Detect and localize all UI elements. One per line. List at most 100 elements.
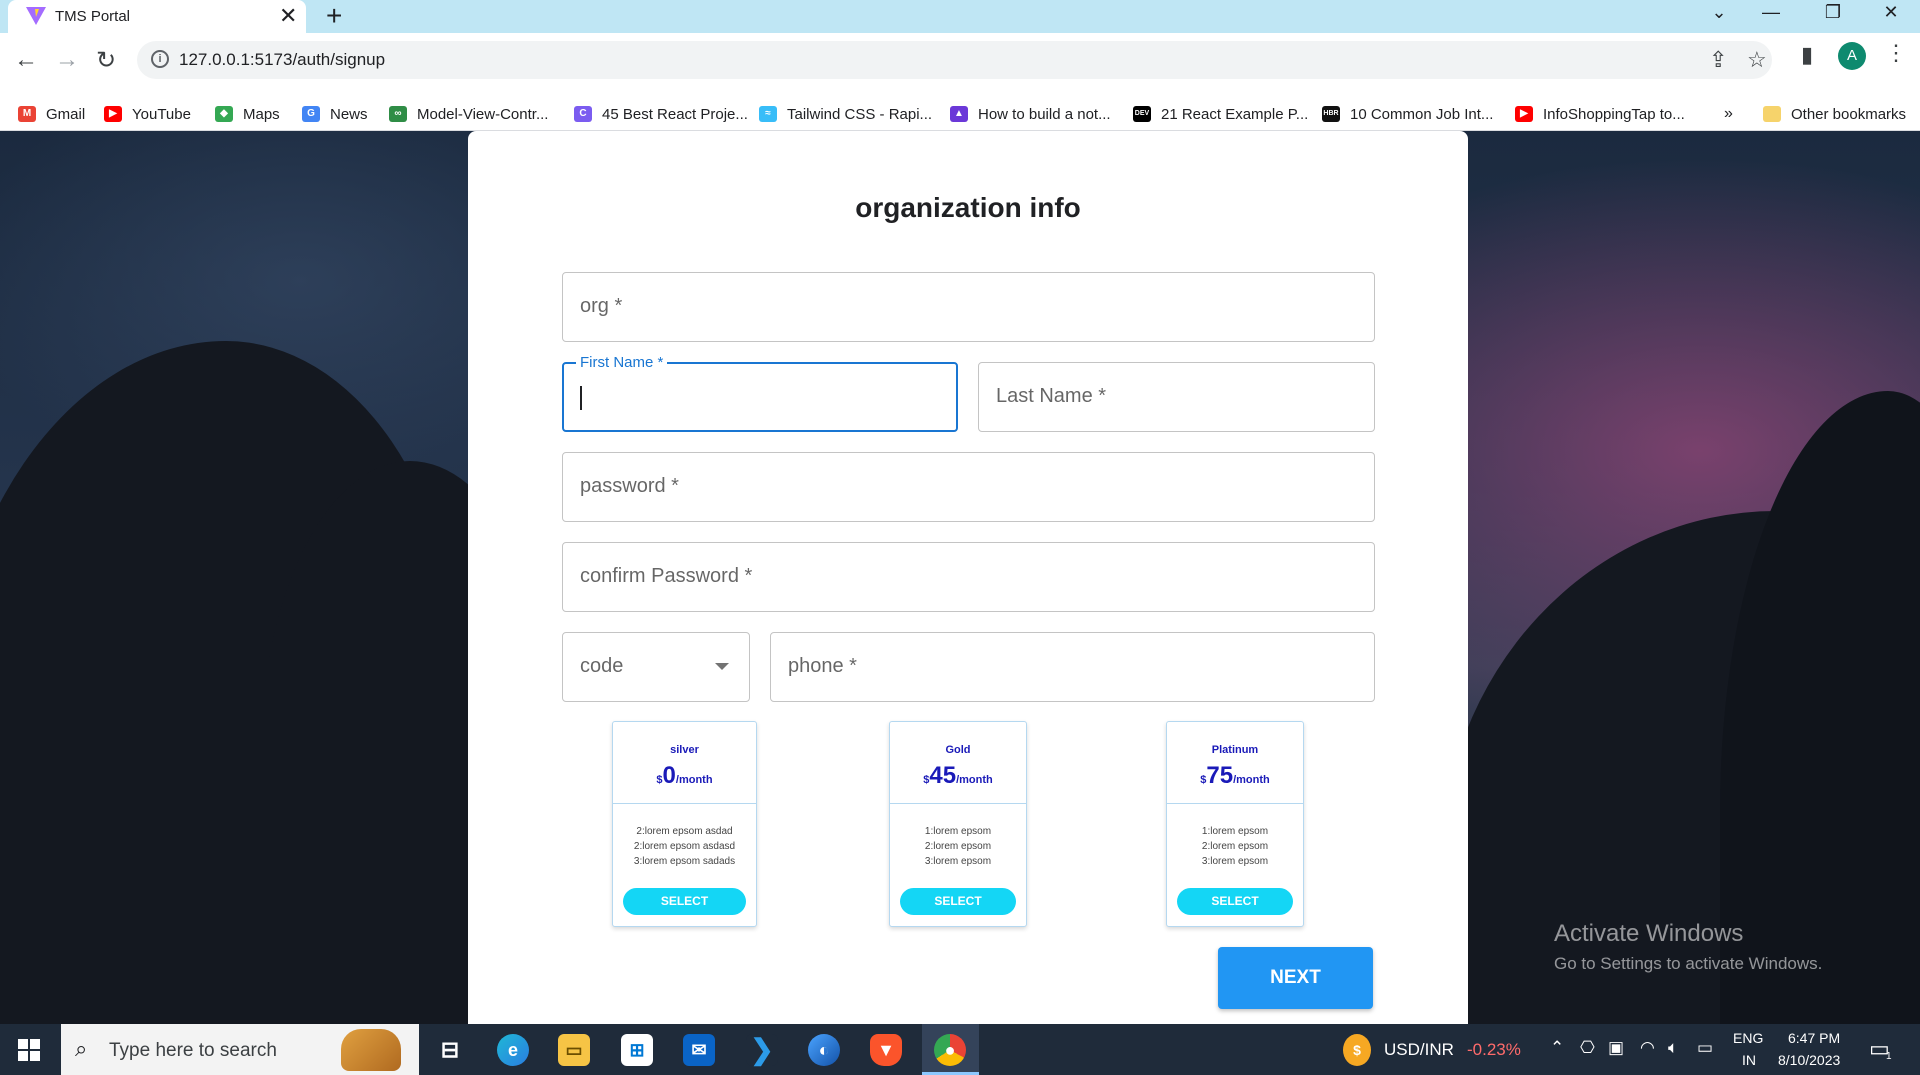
wifi-icon[interactable]: ◠: [1640, 1038, 1655, 1058]
last-name-label: Last Name *: [996, 385, 1107, 407]
text-cursor: [580, 386, 582, 410]
site-info-icon[interactable]: i: [151, 50, 169, 68]
bookmark-item[interactable]: HBR 10 Common Job Int...: [1322, 97, 1493, 131]
plan-card-platinum: Platinum $75/month 1:lorem epsom 2:lorem…: [1166, 721, 1304, 927]
ticker-label[interactable]: USD/INR: [1384, 1040, 1454, 1060]
address-bar[interactable]: i 127.0.0.1:5173/auth/signup ⇪ ☆: [137, 41, 1772, 79]
phone-field[interactable]: phone *: [770, 632, 1375, 702]
windows-start-icon[interactable]: [18, 1039, 40, 1061]
reload-icon[interactable]: ↻: [96, 46, 116, 75]
dev-icon: DEV: [1133, 106, 1151, 122]
plan-name: Platinum: [1211, 744, 1259, 756]
side-panel-icon[interactable]: ▮: [1801, 42, 1813, 68]
ticker-change: -0.23%: [1467, 1040, 1521, 1059]
select-silver-button[interactable]: SELECT: [623, 888, 746, 915]
bookmark-item[interactable]: ∞ Model-View-Contr...: [389, 97, 548, 131]
brave-icon[interactable]: ▼: [870, 1034, 902, 1066]
plan-period: /month: [1233, 774, 1270, 786]
page-title: organization info: [855, 192, 1081, 223]
select-platinum-button[interactable]: SELECT: [1177, 888, 1293, 915]
file-explorer-icon[interactable]: ▭: [558, 1034, 590, 1066]
first-name-field[interactable]: First Name *: [562, 354, 958, 432]
password-label: password *: [580, 475, 679, 497]
news-icon: G: [302, 106, 320, 122]
new-tab-button[interactable]: +: [326, 0, 342, 32]
gfg-icon: ∞: [389, 106, 407, 122]
tab-title: TMS Portal: [55, 8, 131, 25]
minimize-button[interactable]: —: [1751, 2, 1791, 23]
task-view-icon[interactable]: ⊟: [434, 1034, 466, 1066]
bookmarks-bar: M Gmail ▶ YouTube ◆ Maps G News ∞ Model-View-Cont…: [0, 97, 1920, 131]
language-indicator[interactable]: ENG: [1733, 1030, 1763, 1046]
close-window-button[interactable]: ✕: [1871, 2, 1911, 23]
forward-arrow-icon[interactable]: →: [55, 46, 79, 74]
plan-feature: 3:lorem epsom sadads: [633, 856, 736, 867]
bookmark-item[interactable]: ▶ InfoShoppingTap to...: [1515, 97, 1685, 131]
show-hidden-icons-chevron-icon[interactable]: ⌃: [1550, 1038, 1564, 1058]
bookmark-label: Model-View-Contr...: [417, 105, 549, 123]
firefox-dev-icon[interactable]: ◐: [808, 1034, 840, 1066]
tailwind-icon: ≈: [759, 106, 777, 122]
youtube-icon: ▶: [1515, 106, 1533, 122]
restore-button[interactable]: ❐: [1813, 2, 1853, 23]
bookmark-label: 21 React Example P...: [1161, 105, 1309, 123]
last-name-field[interactable]: Last Name *: [978, 362, 1375, 432]
chrome-icon[interactable]: ●: [934, 1034, 966, 1066]
plan-price: $75/month: [1167, 762, 1303, 790]
microsoft-store-icon[interactable]: ⊞: [621, 1034, 653, 1066]
share-icon[interactable]: ⇪: [1709, 47, 1727, 73]
profile-avatar[interactable]: A: [1838, 42, 1866, 70]
browser-toolbar: ← → ↻ i 127.0.0.1:5173/auth/signup ⇪ ☆ ▮…: [0, 33, 1920, 97]
bookmark-star-icon[interactable]: ☆: [1747, 47, 1767, 73]
volume-icon[interactable]: 🔈︎: [1668, 1038, 1678, 1058]
tab-search-chevron-icon[interactable]: ⌄: [1699, 2, 1739, 23]
bookmark-item[interactable]: ▲ How to build a not...: [950, 97, 1111, 131]
plan-amount: 45: [929, 762, 957, 789]
display-icon[interactable]: ▣: [1608, 1038, 1624, 1058]
bookmarks-overflow-icon[interactable]: »: [1724, 97, 1733, 131]
next-button[interactable]: NEXT: [1218, 947, 1373, 1009]
close-tab-icon[interactable]: ✕: [279, 3, 297, 29]
taskbar-search[interactable]: ⌕ Type here to search: [61, 1024, 419, 1075]
bookmark-label: 10 Common Job Int...: [1350, 105, 1494, 123]
first-name-label: First Name *: [576, 354, 668, 371]
plan-feature: 1:lorem epsom: [1201, 826, 1269, 837]
notification-count: 1: [1886, 1051, 1892, 1062]
dropdown-arrow-icon: [715, 663, 729, 670]
select-gold-button[interactable]: SELECT: [900, 888, 1016, 915]
plan-card-silver: silver $0/month 2:lorem epsom asdad 2:lo…: [612, 721, 757, 927]
bookmark-item[interactable]: ◆ Maps: [215, 97, 280, 131]
plan-name: Gold: [945, 744, 971, 756]
password-field[interactable]: password *: [562, 452, 1375, 522]
signup-card: organization info org * First Name * Las…: [468, 131, 1468, 1024]
country-code-select[interactable]: code: [562, 632, 750, 702]
battery-icon[interactable]: ▭: [1697, 1038, 1713, 1058]
bookmark-item[interactable]: G News: [302, 97, 368, 131]
bookmark-item[interactable]: ▶ YouTube: [104, 97, 191, 131]
clock-time[interactable]: 6:47 PM: [1788, 1030, 1840, 1046]
c-icon: C: [574, 106, 592, 122]
bookmark-item[interactable]: M Gmail: [18, 97, 85, 131]
edge-icon[interactable]: e: [497, 1034, 529, 1066]
back-arrow-icon[interactable]: ←: [14, 46, 38, 74]
plan-period: /month: [675, 774, 713, 786]
more-menu-icon[interactable]: ⋮: [1885, 40, 1907, 66]
other-bookmarks[interactable]: Other bookmarks: [1763, 97, 1906, 131]
other-bookmarks-label: Other bookmarks: [1791, 105, 1907, 123]
confirm-password-field[interactable]: confirm Password *: [562, 542, 1375, 612]
plan-features: 1:lorem epsom 2:lorem epsom 3:lorem epso…: [890, 804, 1026, 869]
vscode-icon[interactable]: ❯: [746, 1034, 778, 1066]
org-field[interactable]: org *: [562, 272, 1375, 342]
bookmark-label: Tailwind CSS - Rapi...: [787, 105, 933, 123]
browser-tab[interactable]: TMS Portal ✕: [8, 0, 306, 33]
plan-feature: 2:lorem epsom asdad: [636, 826, 733, 837]
bookmark-item[interactable]: DEV 21 React Example P...: [1133, 97, 1308, 131]
mail-icon[interactable]: ✉: [683, 1034, 715, 1066]
plan-feature: 3:lorem epsom: [1201, 856, 1269, 867]
meet-now-icon[interactable]: ⎔: [1580, 1038, 1595, 1058]
bookmark-item[interactable]: C 45 Best React Proje...: [574, 97, 748, 131]
bookmark-label: News: [330, 105, 368, 123]
plan-price: $0/month: [613, 762, 756, 790]
currency-ticker-icon: $: [1343, 1034, 1371, 1066]
bookmark-item[interactable]: ≈ Tailwind CSS - Rapi...: [759, 97, 932, 131]
